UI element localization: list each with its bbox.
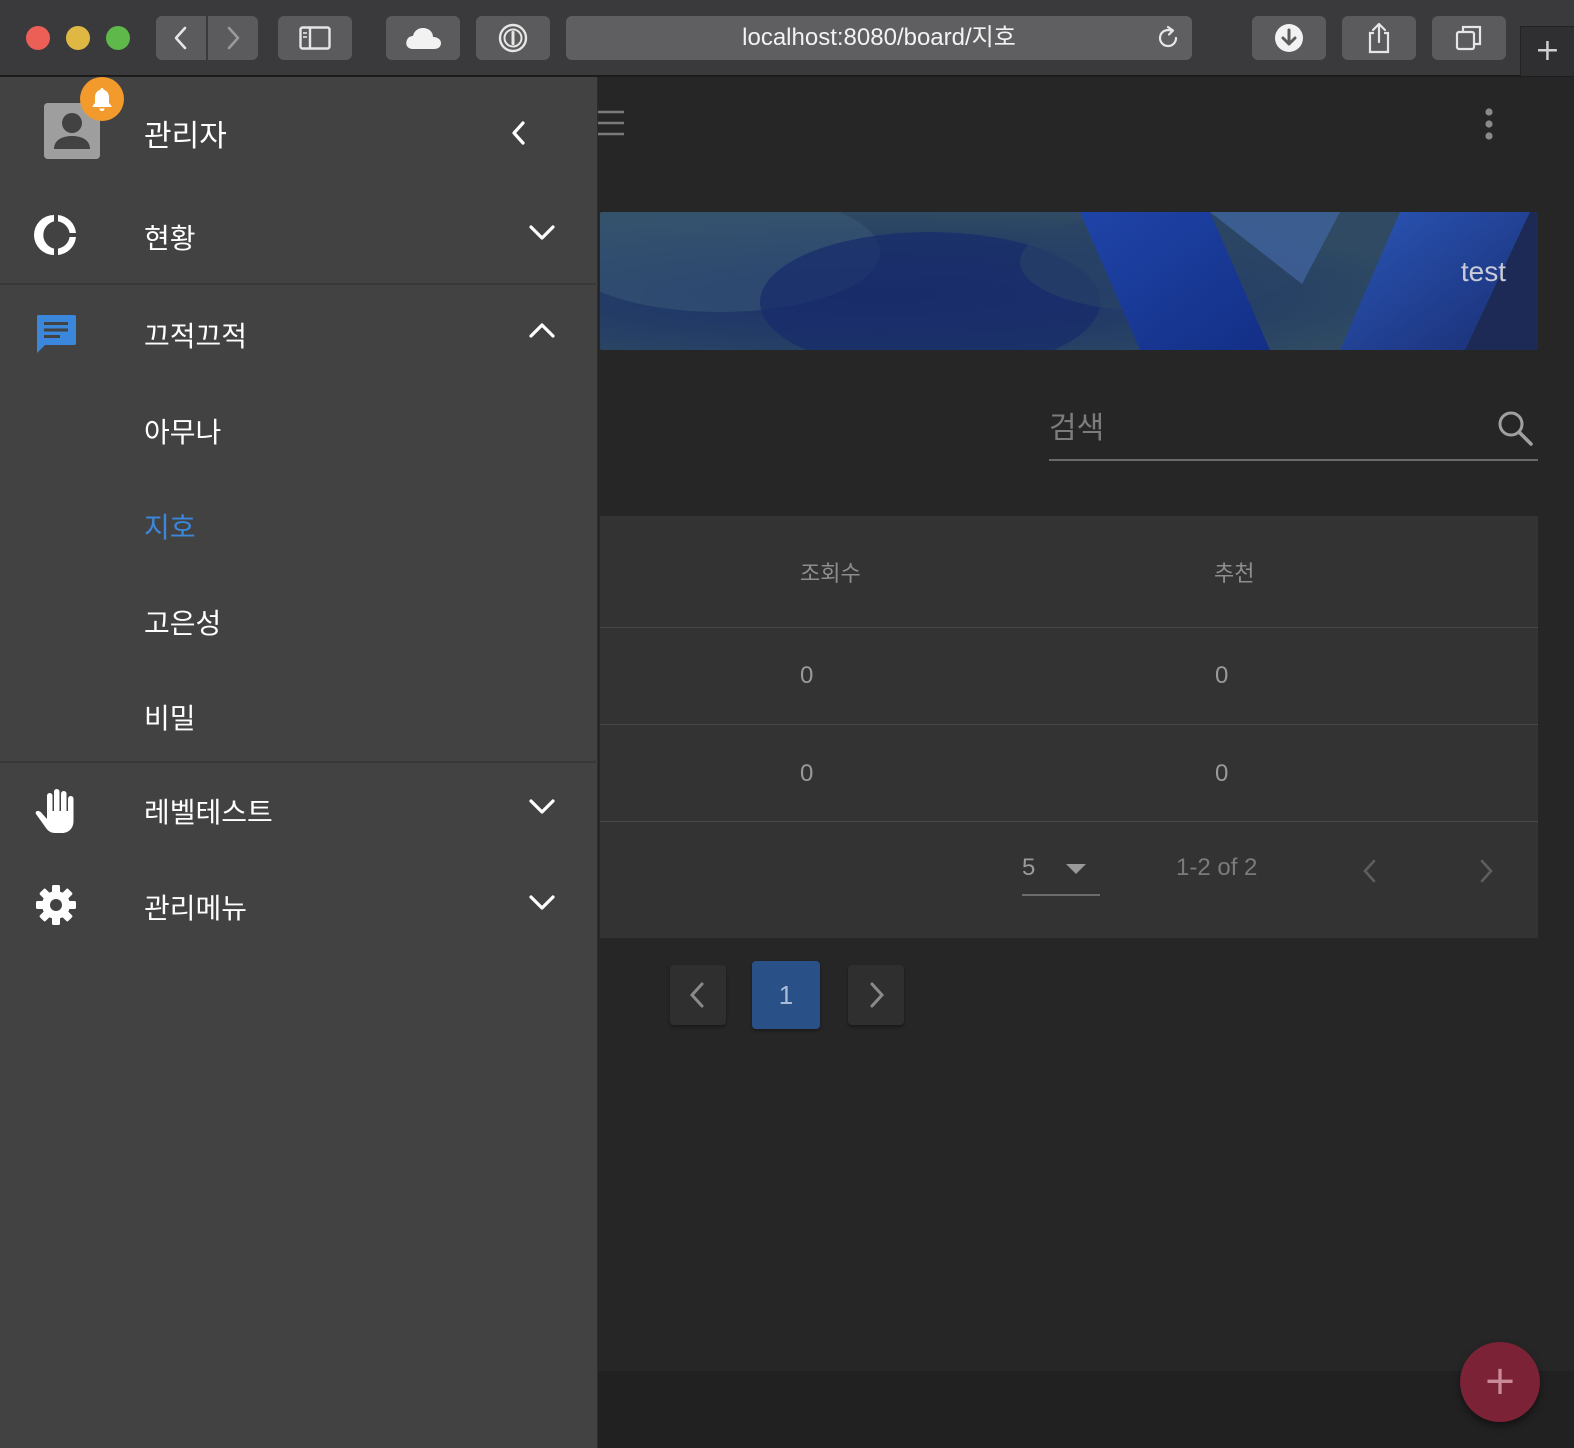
add-post-button[interactable]: + [1460, 1342, 1540, 1422]
rows-per-page-value: 5 [1022, 854, 1036, 881]
gear-icon [36, 885, 76, 925]
rows-per-page-select[interactable]: 5 [1022, 846, 1100, 896]
chevron-down-icon [529, 225, 555, 240]
zoom-window-button[interactable] [106, 26, 130, 50]
browser-window: localhost:8080/board/지호 + test 검색 조회수 추천… [0, 0, 1574, 1448]
tabs-icon [1455, 25, 1482, 51]
banner-image [600, 212, 1538, 350]
close-window-button[interactable] [26, 26, 50, 50]
views-cell: 0 [800, 760, 814, 787]
collapse-drawer-button[interactable] [508, 117, 530, 153]
chevron-left-icon [1363, 859, 1376, 883]
pagination-range: 1-2 of 2 [1176, 854, 1258, 881]
chevron-left-icon [689, 982, 704, 1008]
icloud-tabs-button[interactable] [386, 16, 460, 60]
share-button[interactable] [1342, 16, 1416, 60]
cloud-icon [406, 28, 441, 49]
board-table: 조회수 추천 0 0 0 0 5 1-2 of 2 [600, 516, 1538, 938]
row-divider [600, 724, 1538, 725]
share-icon [1368, 22, 1390, 54]
pagination-prev-button[interactable] [670, 965, 726, 1025]
sub-item-label: 고은성 [144, 607, 222, 640]
header-divider [600, 627, 1538, 628]
chevron-down-icon [529, 895, 555, 910]
chevron-left-icon [512, 121, 525, 145]
likes-cell: 0 [1215, 760, 1229, 787]
password-manager-button[interactable] [476, 16, 550, 60]
reload-button[interactable] [1154, 24, 1182, 56]
reload-icon [1158, 25, 1178, 48]
search-input[interactable] [1049, 403, 1469, 453]
notification-badge[interactable] [80, 77, 124, 121]
board-banner: test [600, 212, 1538, 350]
sub-item-secret[interactable]: 비밀 [0, 667, 598, 763]
address-bar[interactable]: localhost:8080/board/지호 [566, 16, 1192, 60]
chevron-right-icon [227, 26, 240, 50]
hand-icon [35, 789, 74, 833]
nav-item-status[interactable]: 현황 [0, 187, 598, 283]
views-cell: 0 [800, 662, 814, 689]
sub-item-label: 아무나 [144, 416, 222, 449]
column-header-views[interactable]: 조회수 [800, 556, 861, 588]
table-prev-page-button[interactable] [1360, 856, 1380, 890]
nav-item-level-test[interactable]: 레벨테스트 [0, 761, 598, 857]
forward-button[interactable] [208, 16, 258, 60]
sub-item-goeunseong[interactable]: 고은성 [0, 572, 598, 668]
new-tab-button[interactable]: + [1520, 26, 1574, 76]
navigation-drawer: 관리자 현황 끄적끄적 아무나 지호 고은성 비밀 레벨테스트 관리메뉴 [0, 77, 598, 1448]
download-icon [1275, 24, 1303, 52]
menu-button[interactable] [596, 109, 626, 143]
nav-item-label: 레벨테스트 [144, 796, 273, 829]
nav-item-scribble[interactable]: 끄적끄적 [0, 285, 598, 381]
sub-item-anyone[interactable]: 아무나 [0, 381, 598, 477]
drawer-header: 관리자 [0, 77, 598, 187]
url-text: localhost:8080/board/지호 [742, 24, 1016, 51]
chevron-left-icon [174, 26, 187, 50]
bell-icon [92, 88, 112, 111]
chevron-right-icon [870, 982, 885, 1008]
chat-message-icon [37, 315, 76, 353]
sub-item-label: 비밀 [144, 702, 196, 735]
dropdown-arrow-icon [1066, 864, 1086, 874]
search-field[interactable] [1049, 401, 1538, 461]
more-vert-icon [1485, 108, 1493, 140]
table-next-page-button[interactable] [1476, 856, 1496, 890]
pagination-page-button[interactable]: 1 [752, 961, 820, 1029]
nav-item-admin-menu[interactable]: 관리메뉴 [0, 857, 598, 953]
sub-item-label: 지호 [144, 511, 196, 544]
minimize-window-button[interactable] [66, 26, 90, 50]
column-header-likes[interactable]: 추천 [1214, 556, 1254, 588]
nav-item-label: 관리메뉴 [144, 892, 248, 925]
search-icon[interactable] [1496, 409, 1534, 447]
browser-toolbar: localhost:8080/board/지호 + [0, 0, 1574, 76]
nav-item-label: 현황 [144, 222, 196, 255]
downloads-button[interactable] [1252, 16, 1326, 60]
user-name: 관리자 [144, 119, 227, 154]
sidebar-toggle-button[interactable] [278, 16, 352, 60]
back-button[interactable] [156, 16, 206, 60]
sub-item-jiho[interactable]: 지호 [0, 476, 598, 572]
onepassword-icon [498, 23, 528, 53]
more-options-button[interactable] [1482, 107, 1496, 147]
nav-item-label: 끄적끄적 [144, 320, 248, 353]
chevron-down-icon [529, 799, 555, 814]
donut-chart-icon [34, 215, 76, 255]
chevron-up-icon [529, 323, 555, 338]
sidebar-icon [299, 26, 331, 50]
banner-title: test [1460, 256, 1506, 287]
pagination-next-button[interactable] [848, 965, 904, 1025]
menu-icon [596, 110, 624, 136]
tab-overview-button[interactable] [1432, 16, 1506, 60]
chevron-right-icon [1480, 859, 1493, 883]
row-divider [600, 821, 1538, 822]
likes-cell: 0 [1215, 662, 1229, 689]
